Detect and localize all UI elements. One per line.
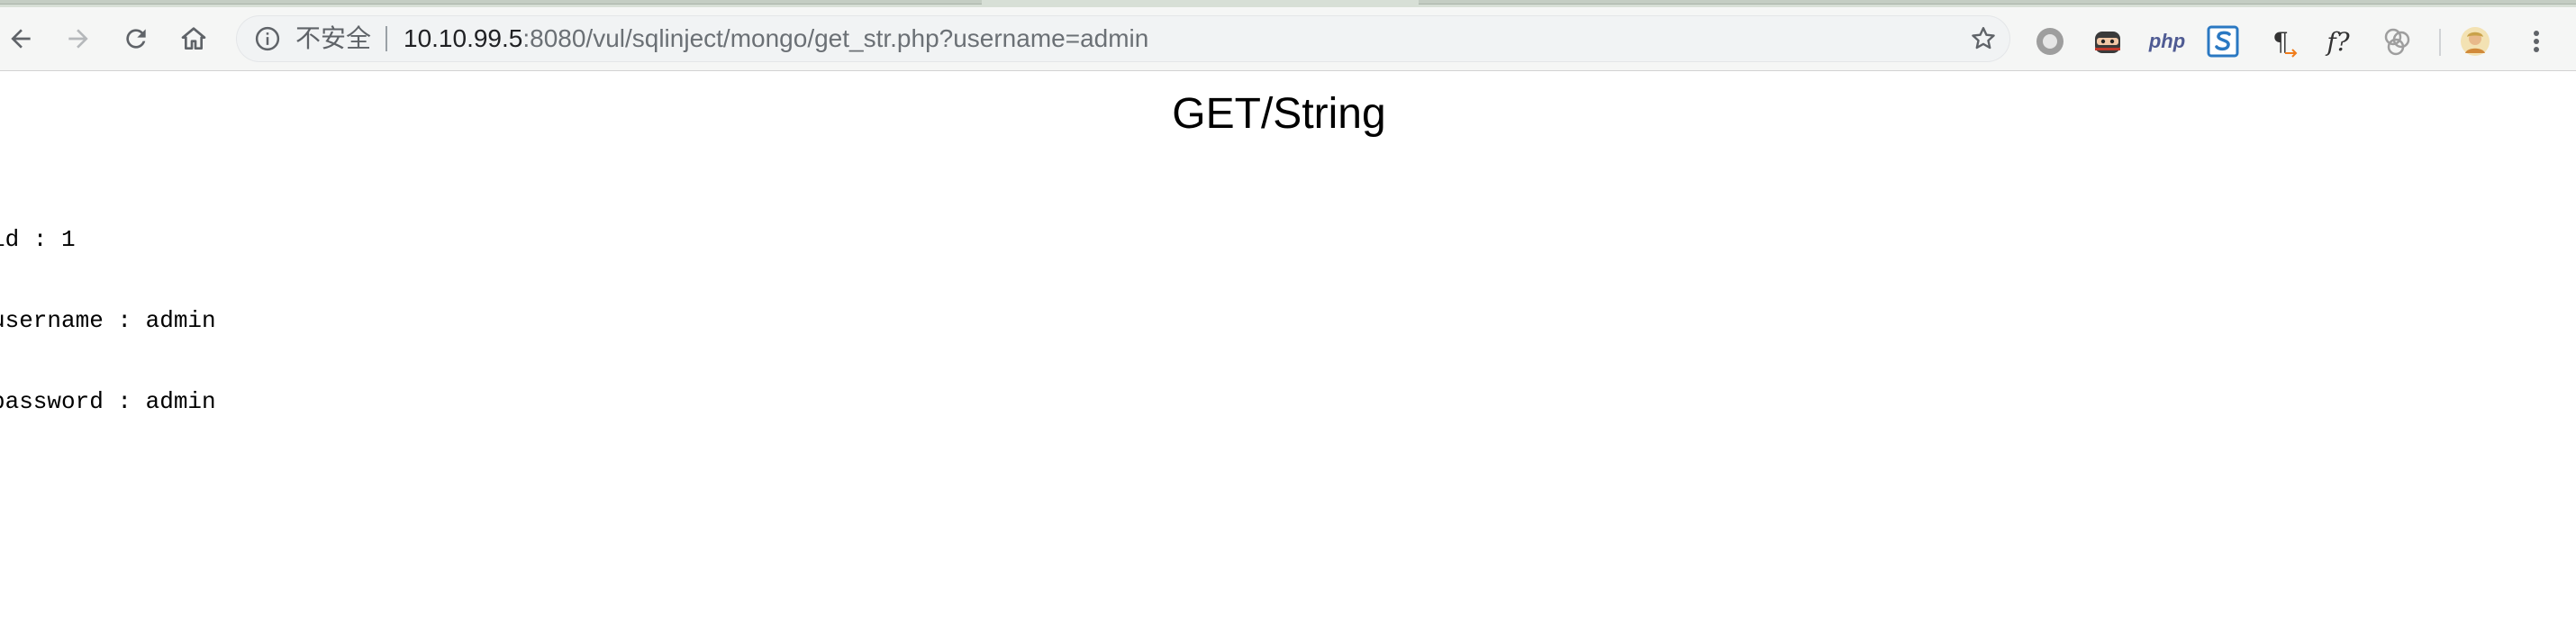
font-identify-extension-button[interactable]: f? [2322,25,2354,58]
result-line-password: password : admin [0,388,216,415]
page-content: GET/String id : 1 username : admin passw… [0,71,2576,643]
s-extension-button[interactable] [2207,25,2239,58]
tab-edge-left[interactable] [0,0,982,5]
page-title: GET/String [1172,90,1386,138]
record-extension-button[interactable] [2034,25,2066,58]
reload-icon [126,29,146,49]
php-extension-button[interactable]: php [2145,25,2189,58]
reload-button[interactable] [117,20,155,58]
tab-edge-right[interactable] [1419,0,2576,5]
result-line-id: id : 1 [0,226,76,253]
url-path: :8080/vul/sqlinject/mongo/get_str.php?us… [522,24,1149,52]
home-button[interactable] [175,20,213,58]
result-output: id : 1 username : admin password : admin [0,172,216,469]
menu-button[interactable] [2520,25,2553,58]
profile-avatar-icon [2461,27,2490,56]
forward-arrow-icon [68,29,88,49]
s-extension-icon [2207,25,2239,58]
browser-toolbar: 不安全 10.10.99.5:8080/vul/sqlinject/mongo/… [0,7,2576,71]
omnibox-separator [385,26,387,51]
info-icon[interactable] [254,25,281,52]
home-icon [181,27,206,50]
address-bar[interactable]: 不安全 10.10.99.5:8080/vul/sqlinject/mongo/… [236,15,2010,62]
star-icon[interactable] [1969,24,1998,53]
ninja-extension-button[interactable] [2091,25,2124,58]
font-identify-extension-icon: f? [2327,26,2350,57]
cookie-extension-button[interactable] [2381,25,2414,58]
record-circle-icon [2036,28,2064,55]
url-text[interactable]: 10.10.99.5:8080/vul/sqlinject/mongo/get_… [404,15,1148,62]
orange-arrow-icon [2285,49,2298,58]
cookie-extension-icon [2384,28,2410,56]
ninja-mask-icon [2095,32,2120,53]
profile-button[interactable] [2459,25,2491,58]
result-line-username: username : admin [0,307,216,334]
pilcrow-extension-button[interactable]: ¶ [2264,25,2298,58]
toolbar-divider [2439,29,2441,56]
menu-kebab-icon [2534,31,2539,52]
back-arrow-icon [11,29,31,49]
forward-button[interactable] [59,20,97,58]
back-button[interactable] [2,20,40,58]
php-extension-icon: php [2148,30,2186,52]
url-host: 10.10.99.5 [404,24,523,52]
security-label[interactable]: 不安全 [295,15,371,62]
